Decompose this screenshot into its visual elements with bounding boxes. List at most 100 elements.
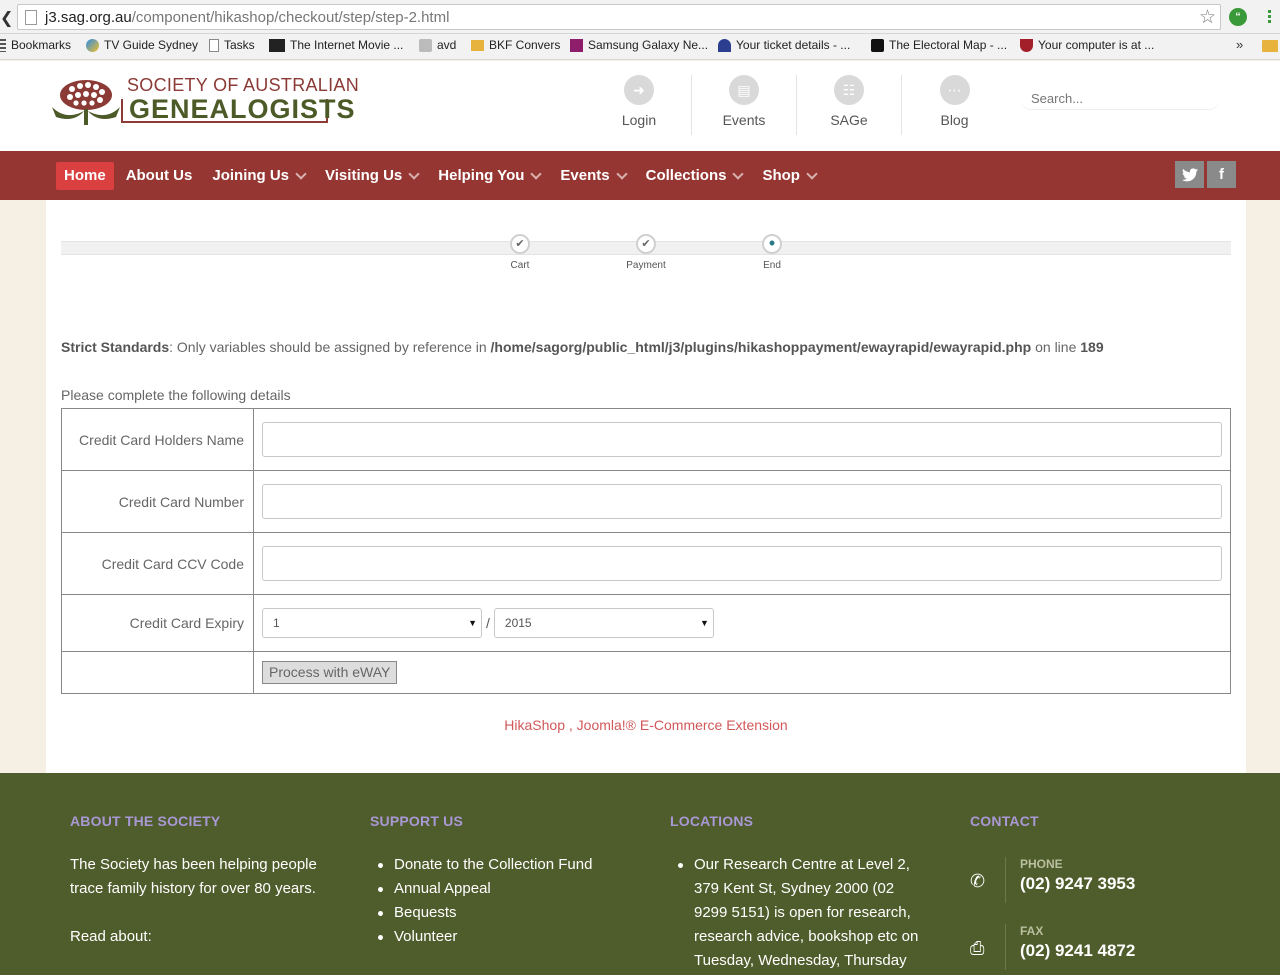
bookmark-label: Samsung Galaxy Ne... — [588, 38, 709, 52]
form-row-holder: Credit Card Holders Name — [61, 408, 1231, 471]
browser-menu-icon[interactable] — [1262, 8, 1276, 24]
fax-label: FAX — [1020, 924, 1044, 938]
footer-support: SUPPORT US Donate to the Collection Fund… — [370, 813, 630, 949]
bookmark-label: The Internet Movie ... — [290, 38, 404, 52]
header-link-login[interactable]: ➜ Login — [587, 75, 692, 135]
bookmark-label: BKF Convers — [489, 38, 561, 52]
folder-icon — [471, 39, 484, 51]
fax-number: (02) 9241 4872 — [1020, 941, 1136, 960]
hikashop-powered-by-link[interactable]: HikaShop , Joomla!® E-Commerce Extension — [46, 717, 1246, 733]
process-with-eway-button[interactable]: Process with eWAY — [262, 661, 398, 684]
footer-heading: ABOUT THE SOCIETY — [70, 813, 221, 829]
header-link-blog[interactable]: ⋯ Blog — [902, 75, 1007, 135]
footer-contact: CONTACT ✆ PHONE (02) 9247 3953 ⎙ FAX (02… — [970, 813, 1250, 973]
footer-locations: LOCATIONS Our Research Centre at Level 2… — [670, 813, 930, 973]
form-cell — [253, 532, 1231, 595]
card-holder-label: Credit Card Holders Name — [61, 408, 254, 471]
site-search-input[interactable] — [1021, 88, 1219, 110]
bookmark-item[interactable]: Your ticket details - ... — [718, 38, 850, 52]
twitter-button[interactable] — [1175, 161, 1204, 188]
nav-item-events[interactable]: Events — [552, 162, 633, 190]
chevron-down-icon — [732, 167, 745, 180]
nav-item-about-us[interactable]: About Us — [118, 162, 201, 190]
chevron-down-icon — [408, 167, 420, 180]
logo-text-genealogists: GENEALOGISTS — [129, 94, 356, 124]
support-link-donate[interactable]: Donate to the Collection Fund — [370, 853, 630, 877]
ticket-icon — [718, 38, 731, 52]
bookmark-star-icon[interactable]: ☆ — [1199, 6, 1216, 29]
bookmarks-apps-icon — [0, 38, 6, 52]
notice-prefix: Strict Standards — [61, 339, 170, 355]
card-holder-input[interactable] — [262, 422, 1222, 457]
bookmark-label: Your computer is at ... — [1038, 38, 1155, 52]
bookmark-item[interactable]: Your computer is at ... — [1020, 38, 1154, 52]
url-field[interactable]: j3.sag.org.au/component/hikashop/checkou… — [17, 4, 1221, 30]
header-link-label: SAGe — [830, 112, 868, 128]
bookmark-item[interactable]: BKF Convers — [471, 38, 560, 52]
nav-item-joining-us[interactable]: Joining Us — [204, 162, 313, 190]
step-cart: ✔ Cart — [480, 234, 560, 271]
bookmarks-overflow-button[interactable]: » — [1236, 37, 1243, 52]
nav-item-collections[interactable]: Collections — [638, 162, 751, 190]
header-link-sage[interactable]: ☷ SAGe — [797, 75, 902, 135]
bookmark-item[interactable]: avd — [419, 38, 456, 52]
form-row-submit: Process with eWAY — [61, 651, 1231, 694]
nav-item-home[interactable]: Home — [56, 162, 114, 190]
nav-item-shop[interactable]: Shop — [754, 162, 824, 190]
check-icon: ✔ — [636, 234, 656, 254]
form-intro: Please complete the following details — [61, 387, 291, 403]
notice-text: : Only variables should be assigned by r… — [169, 339, 491, 355]
card-ccv-input[interactable] — [262, 546, 1222, 581]
bookmark-item[interactable]: TV Guide Sydney — [86, 38, 198, 52]
nyt-icon — [871, 38, 884, 52]
back-arrow-icon[interactable]: ❮ — [0, 8, 13, 28]
phone-number[interactable]: (02) 9247 3953 — [1020, 874, 1135, 894]
payment-form-table: Credit Card Holders Name Credit Card Num… — [61, 408, 1231, 694]
checkout-content: ✔ Cart ✔ Payment • End Strict Standards:… — [46, 200, 1246, 773]
nav-menu: Home About Us Joining Us Visiting Us Hel… — [56, 162, 828, 190]
other-bookmarks-folder-icon[interactable] — [1262, 40, 1278, 52]
phone-label: PHONE — [1020, 857, 1063, 871]
url-text: j3.sag.org.au/component/hikashop/checkou… — [45, 9, 449, 26]
browser-address-bar: ❮ j3.sag.org.au/component/hikashop/check… — [0, 0, 1280, 34]
nav-label: Helping You — [438, 167, 525, 184]
expiry-year-value: 2015 — [504, 616, 532, 630]
notice-line-number: 189 — [1080, 339, 1104, 355]
contact-phone: ✆ PHONE (02) 9247 3953 — [970, 857, 1230, 917]
facebook-icon: f — [1219, 166, 1224, 183]
nav-item-visiting-us[interactable]: Visiting Us — [317, 162, 426, 190]
expiry-year-select[interactable]: 2015 ▼ — [493, 608, 714, 638]
divider — [1005, 924, 1006, 970]
divider — [1005, 857, 1006, 903]
bookmark-item[interactable]: Tasks — [209, 38, 255, 52]
bookmark-item[interactable]: Bookmarks — [0, 38, 71, 52]
page-icon — [209, 38, 219, 52]
support-link-volunteer[interactable]: Volunteer — [370, 925, 630, 949]
card-number-input[interactable] — [262, 484, 1222, 519]
shield-icon — [1020, 38, 1033, 52]
bookmark-item[interactable]: The Internet Movie ... — [269, 38, 403, 52]
check-icon: ✔ — [510, 234, 530, 254]
nav-label: Collections — [645, 167, 727, 184]
support-link-annual-appeal[interactable]: Annual Appeal — [370, 877, 630, 901]
php-warning-notice: Strict Standards: Only variables should … — [61, 339, 1104, 355]
nav-item-helping-you[interactable]: Helping You — [430, 162, 548, 190]
site-logo[interactable]: SOCIETY OF AUSTRALIAN GENEALOGISTS — [46, 75, 359, 131]
form-row-expiry: Credit Card Expiry 1 ▼/2015 ▼ — [61, 594, 1231, 652]
fax-icon: ⎙ — [970, 938, 985, 958]
step-end: • End — [732, 234, 812, 271]
support-link-bequests[interactable]: Bequests — [370, 901, 630, 925]
footer-about-text: The Society has been helping people trac… — [70, 856, 317, 897]
url-path: /component/hikashop/checkout/step/step-2… — [131, 9, 450, 26]
header-link-events[interactable]: ▤ Events — [692, 75, 797, 135]
bookmark-item[interactable]: The Electoral Map - ... — [871, 38, 1007, 52]
bookmark-item[interactable]: Samsung Galaxy Ne... — [570, 38, 708, 52]
footer-heading: CONTACT — [970, 813, 1039, 829]
extension-icon[interactable]: “ — [1229, 8, 1247, 26]
expiry-month-select[interactable]: 1 ▼ — [262, 608, 482, 638]
facebook-button[interactable]: f — [1207, 161, 1236, 188]
expiry-month-value: 1 — [273, 616, 280, 630]
footer-about: ABOUT THE SOCIETY The Society has been h… — [70, 813, 340, 949]
imdb-icon — [269, 38, 285, 52]
bookmark-label: Tasks — [224, 38, 255, 52]
